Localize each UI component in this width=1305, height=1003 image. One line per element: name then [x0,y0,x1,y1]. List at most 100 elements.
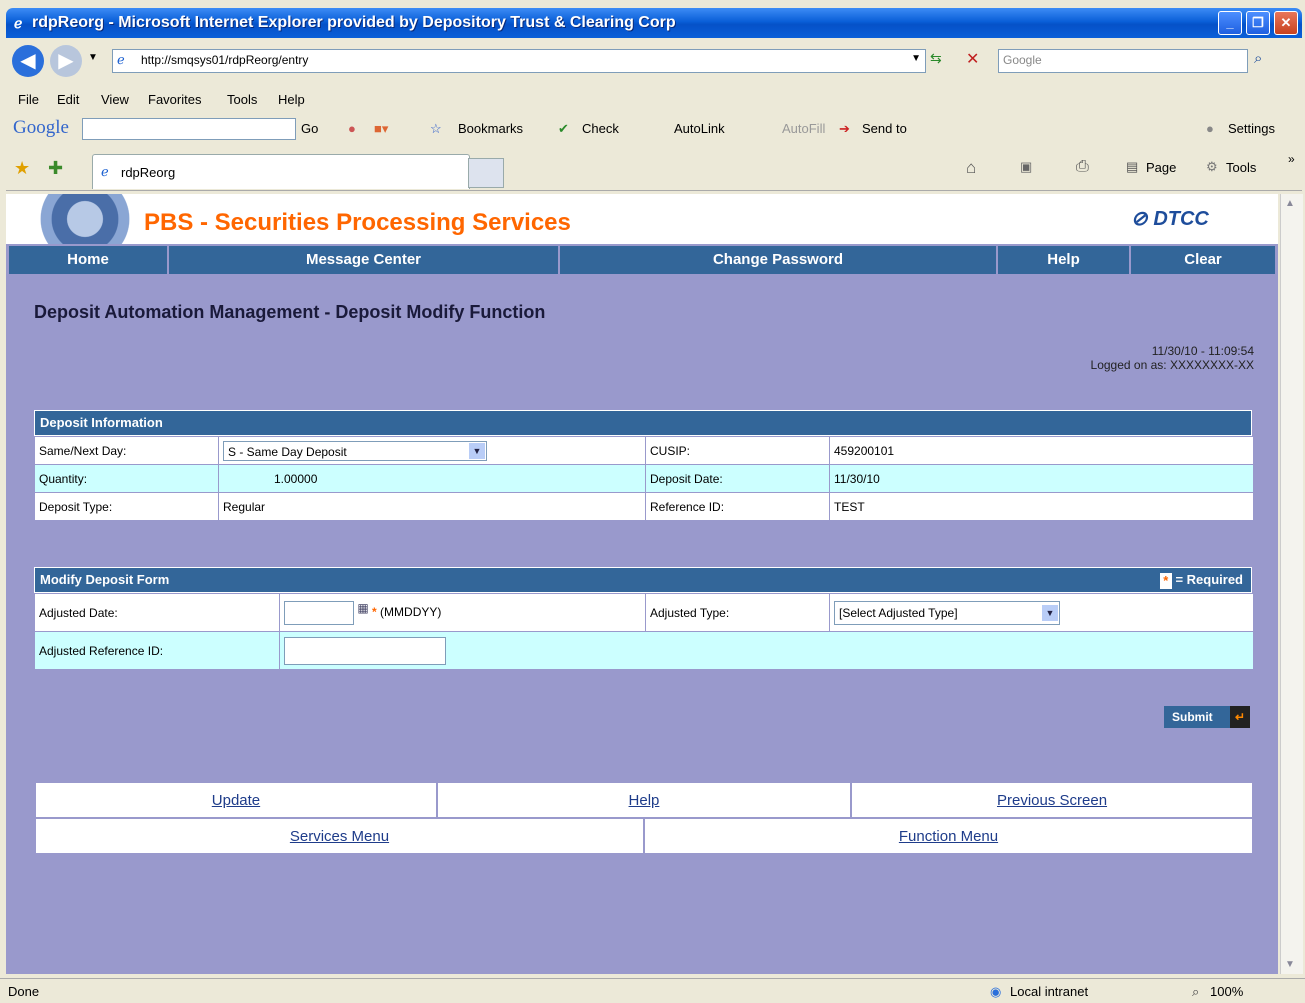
menu-bar: File Edit View Favorites Tools Help [6,88,1302,112]
menu-view[interactable]: View [101,92,129,107]
vertical-scrollbar[interactable]: ▲ ▼ [1280,194,1303,974]
address-field[interactable]: ℯ http://smqsys01/rdpReorg/entry ▼ [112,49,926,73]
app-title: PBS - Securities Processing Services [144,209,571,236]
nav-change-password[interactable]: Change Password [560,246,998,274]
history-dropdown-icon[interactable]: ▼ [88,52,98,63]
browser-tab[interactable]: ℯ rdpReorg [92,154,470,189]
google-go-button[interactable]: Go [301,121,318,136]
page-menu-button[interactable]: Page [1146,160,1176,175]
nav-home[interactable]: Home [9,246,169,274]
search-input[interactable]: Google [998,49,1248,73]
cusip-value: 459200101 [829,436,1254,465]
link-cell: Previous Screen [850,781,1254,819]
help-link[interactable]: Help [629,792,660,809]
table-row: Adjusted Date: ▦ * (MMDDYY) Adjusted Typ… [34,593,1254,632]
table-row: Same/Next Day: S - Same Day Deposit ▼ CU… [34,436,1254,465]
feeds-icon[interactable]: ▣ [1020,159,1032,175]
link-cell: Help [435,781,853,819]
function-menu-link[interactable]: Function Menu [899,828,998,845]
add-favorite-icon[interactable]: ✚ [48,158,63,179]
page-title: Deposit Automation Management - Deposit … [34,302,546,322]
nav-clear[interactable]: Clear [1131,246,1275,274]
update-link[interactable]: Update [212,792,260,809]
submit-button[interactable]: Submit ↵ [1164,706,1250,728]
home-icon[interactable]: ⌂ [966,158,976,178]
back-arrow-icon[interactable]: ◀ [12,45,44,77]
forward-arrow-icon[interactable]: ▶ [50,45,82,77]
calendar-icon[interactable]: ▦ [357,601,368,615]
tab-label: rdpReorg [121,165,176,180]
table-row: Deposit Type: Regular Reference ID: TEST [34,492,1254,521]
link-cell: Update [34,781,438,819]
logged-on-user: XXXXXXXX-XX [1169,358,1254,372]
logged-on-label: Logged on as: [1090,358,1167,372]
tab-page-icon: ℯ [101,164,109,179]
pagerank-icon[interactable]: ● [348,121,356,136]
menu-favorites[interactable]: Favorites [148,92,201,107]
app-header: PBS - Securities Processing Services ⊘ D… [6,194,1278,244]
tools-menu-button[interactable]: Tools [1226,160,1256,175]
menu-help[interactable]: Help [278,92,305,107]
web-page: PBS - Securities Processing Services ⊘ D… [6,194,1278,974]
status-bar: Done ◉ Local intranet ⌕ 100% [0,978,1305,1003]
nav-help[interactable]: Help [998,246,1131,274]
previous-screen-link[interactable]: Previous Screen [997,792,1107,809]
stop-icon[interactable]: ✕ [966,49,979,69]
check-button[interactable]: Check [582,121,619,136]
minimize-button[interactable]: _ [1218,11,1242,35]
google-search-box[interactable] [82,118,296,140]
send-to-button[interactable]: Send to [862,121,907,136]
services-menu-link[interactable]: Services Menu [290,828,389,845]
submit-arrow-icon: ↵ [1230,706,1250,728]
same-next-select[interactable]: S - Same Day Deposit ▼ [223,440,487,461]
adjusted-date-cell: ▦ * (MMDDYY) [279,593,646,632]
maximize-button[interactable]: ❐ [1246,11,1270,35]
google-toolbar: Google Go ● ■▾ ☆ Bookmarks ✔ Check AutoL… [6,114,1302,144]
table-row: Services Menu Function Menu [34,817,1255,855]
deposit-info-table: Same/Next Day: S - Same Day Deposit ▼ CU… [34,436,1254,521]
adjusted-type-select-value: [Select Adjusted Type] [839,605,958,620]
deposit-info-panel: Deposit Information Same/Next Day: S - S… [34,410,1254,521]
address-url: http://smqsys01/rdpReorg/entry [141,53,309,67]
scroll-down-icon[interactable]: ▼ [1285,959,1295,970]
adjusted-date-input[interactable] [284,600,354,625]
refresh-icon[interactable]: ⇆ [930,50,942,67]
search-icon[interactable]: ⌕ [1254,50,1262,67]
submit-label: Submit [1172,710,1213,724]
required-asterisk: * [372,604,377,619]
menu-edit[interactable]: Edit [57,92,79,107]
scroll-up-icon[interactable]: ▲ [1285,198,1295,209]
adjusted-ref-input[interactable] [284,636,446,665]
chevron-more-icon[interactable]: » [1288,152,1295,166]
deposit-info-heading: Deposit Information [34,410,1252,436]
autofill-button[interactable]: AutoFill [782,121,825,136]
menu-tools[interactable]: Tools [227,92,257,107]
favorites-star-icon[interactable]: ★ [14,158,30,179]
send-to-icon: ➔ [839,121,850,136]
autolink-button[interactable]: AutoLink [674,121,725,136]
table-row: Update Help Previous Screen [34,781,1254,819]
new-tab-button[interactable] [468,158,504,188]
settings-button[interactable]: Settings [1228,121,1275,136]
popup-blocker-icon[interactable]: ■▾ [374,121,388,137]
nav-message-center[interactable]: Message Center [169,246,560,274]
tab-row: ★ ✚ ℯ rdpReorg ⌂ ▣ ⎙ ▤ Page ⚙ Tools » [6,148,1302,191]
tools-gear-icon: ⚙ [1206,159,1218,174]
address-dropdown-icon[interactable]: ▼ [911,53,921,64]
adjusted-type-cell: [Select Adjusted Type] ▼ [829,593,1254,632]
modify-form-table: Adjusted Date: ▦ * (MMDDYY) Adjusted Typ… [34,593,1254,670]
search-placeholder: Google [1003,53,1042,67]
zoom-level[interactable]: 100% [1210,984,1243,999]
reference-label: Reference ID: [645,492,830,521]
print-icon[interactable]: ⎙ [1076,158,1089,176]
adjusted-type-select[interactable]: [Select Adjusted Type] ▼ [834,600,1060,625]
menu-file[interactable]: File [18,92,39,107]
close-button[interactable]: ✕ [1274,11,1298,35]
session-stamp: 11/30/10 - 11:09:54 Logged on as: XXXXXX… [1091,344,1254,372]
quantity-value: 1.00000 [218,464,646,493]
modify-form-heading: Modify Deposit Form [40,572,170,587]
intranet-icon: ◉ [990,984,1002,999]
page-icon: ℯ [117,52,125,67]
bookmarks-button[interactable]: Bookmarks [458,121,523,136]
deposit-date-value: 11/30/10 [829,464,1254,493]
